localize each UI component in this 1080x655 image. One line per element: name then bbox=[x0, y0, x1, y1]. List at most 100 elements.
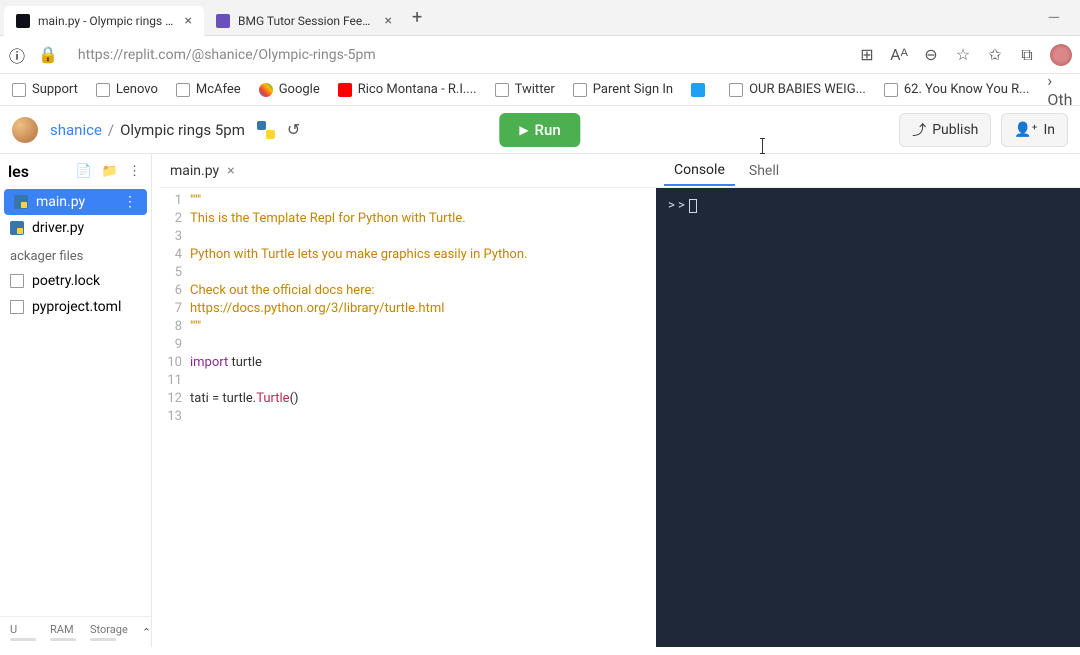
minimize-button[interactable]: — bbox=[1040, 4, 1069, 31]
console-panel: ConsoleShell > > bbox=[656, 154, 1080, 647]
editor-panel: main.py × 12345678910111213 """This is t… bbox=[160, 154, 656, 647]
new-file-icon[interactable]: 📄 bbox=[74, 162, 94, 181]
file-item[interactable]: driver.py bbox=[0, 215, 151, 241]
publish-button[interactable]: ⤴ Publish bbox=[899, 113, 991, 147]
file-name: pyproject.toml bbox=[32, 299, 121, 315]
window-controls: — bbox=[1040, 4, 1077, 31]
run-label: Run bbox=[535, 121, 561, 139]
stat-bar bbox=[50, 638, 76, 641]
file-section-label: ackager files bbox=[0, 241, 151, 268]
profile-avatar[interactable] bbox=[1050, 44, 1072, 66]
invite-label: In bbox=[1043, 122, 1055, 138]
bookmark-label: Twitter bbox=[515, 82, 555, 97]
console-body[interactable]: > > bbox=[656, 188, 1080, 647]
file-item[interactable]: pyproject.toml bbox=[0, 294, 151, 320]
stat-label: Storage bbox=[90, 623, 128, 636]
browser-tab-strip: main.py - Olympic rings 5pm - R × BMG Tu… bbox=[0, 0, 1080, 36]
bookmark-icon bbox=[573, 83, 587, 97]
resource-stats: U RAM Storage ⌃ bbox=[0, 616, 151, 647]
file-tab-label: main.py bbox=[170, 163, 219, 179]
app-install-icon[interactable]: ⊞ bbox=[858, 46, 876, 64]
bookmark-label: Support bbox=[32, 82, 78, 97]
file-icon bbox=[10, 274, 24, 288]
text-cursor-icon bbox=[762, 138, 763, 154]
bookmark-item[interactable]: Parent Sign In bbox=[565, 82, 681, 97]
file-item[interactable]: main.py⋮ bbox=[4, 189, 147, 215]
file-name: poetry.lock bbox=[32, 273, 100, 289]
bookmark-icon bbox=[495, 83, 509, 97]
breadcrumb: shanice / Olympic rings 5pm bbox=[50, 121, 245, 139]
favorite-icon[interactable]: ☆ bbox=[954, 46, 972, 64]
bookmark-item[interactable]: McAfee bbox=[168, 82, 249, 97]
sidebar-header: les 📄 📁 ⋮ bbox=[0, 154, 151, 189]
site-info-icon[interactable]: ⓘ bbox=[8, 46, 26, 64]
chevron-right-icon: › bbox=[1047, 74, 1052, 90]
bookmark-icon bbox=[96, 83, 110, 97]
file-item[interactable]: poetry.lock bbox=[0, 268, 151, 294]
new-folder-icon[interactable]: 📁 bbox=[100, 162, 120, 181]
lock-icon[interactable]: 🔒 bbox=[38, 45, 58, 64]
stat-item: Storage bbox=[90, 623, 128, 641]
zoom-icon[interactable]: ⊖ bbox=[922, 46, 940, 64]
bookmark-label: Google bbox=[279, 82, 320, 97]
breadcrumb-user[interactable]: shanice bbox=[50, 121, 102, 139]
bookmark-label: 62. You Know You R... bbox=[904, 82, 1030, 97]
stat-label: U bbox=[10, 623, 36, 636]
tab-title: BMG Tutor Session Feedback Fo bbox=[238, 14, 377, 28]
stat-bar bbox=[10, 638, 36, 641]
favicon-icon bbox=[216, 14, 230, 28]
line-gutter: 12345678910111213 bbox=[160, 192, 190, 647]
bookmark-item[interactable] bbox=[683, 83, 719, 97]
console-prompt: > > bbox=[668, 198, 1068, 213]
code-editor[interactable]: 12345678910111213 """This is the Templat… bbox=[160, 188, 656, 647]
invite-button[interactable]: 👤⁺ In bbox=[1001, 113, 1068, 147]
stat-label: RAM bbox=[50, 623, 76, 636]
console-tab[interactable]: Shell bbox=[739, 157, 789, 185]
kebab-icon[interactable]: ⋮ bbox=[123, 194, 137, 210]
console-tab[interactable]: Console bbox=[664, 156, 735, 186]
file-name: driver.py bbox=[32, 220, 84, 236]
play-icon: ▶ bbox=[519, 123, 528, 137]
kebab-icon[interactable]: ⋮ bbox=[126, 162, 143, 181]
cursor-icon bbox=[689, 199, 697, 213]
bookmark-item[interactable]: Google bbox=[251, 82, 328, 97]
bookmark-item[interactable]: Lenovo bbox=[88, 82, 166, 97]
publish-label: Publish bbox=[932, 122, 978, 138]
history-icon[interactable]: ↺ bbox=[287, 120, 300, 139]
browser-tab[interactable]: BMG Tutor Session Feedback Fo × bbox=[204, 6, 404, 36]
file-icon bbox=[14, 195, 28, 209]
bookmark-icon bbox=[338, 83, 352, 97]
file-icon bbox=[10, 300, 24, 314]
close-icon[interactable]: × bbox=[227, 163, 234, 179]
file-list: main.py⋮ driver.py ackager files poetry.loc… bbox=[0, 189, 151, 616]
bookmark-icon bbox=[884, 83, 898, 97]
close-icon[interactable]: × bbox=[185, 13, 192, 29]
sidebar-title: les bbox=[8, 162, 68, 181]
file-icon bbox=[10, 221, 24, 235]
url-text[interactable]: https://replit.com/@shanice/Olympic-ring… bbox=[78, 47, 846, 63]
bookmark-item[interactable]: 62. You Know You R... bbox=[876, 82, 1038, 97]
bookmark-label: Lenovo bbox=[116, 82, 158, 97]
chevron-up-icon[interactable]: ⌃ bbox=[142, 626, 151, 639]
bookmark-item[interactable]: Rico Montana - R.I.... bbox=[330, 82, 485, 97]
bookmark-item[interactable]: Support bbox=[4, 82, 86, 97]
stat-item: RAM bbox=[50, 623, 76, 641]
code-content[interactable]: """This is the Template Repl for Python … bbox=[190, 192, 527, 647]
user-avatar[interactable] bbox=[12, 117, 38, 143]
run-button[interactable]: ▶ Run bbox=[499, 113, 580, 147]
bookmark-item[interactable]: Twitter bbox=[487, 82, 563, 97]
browser-tab-active[interactable]: main.py - Olympic rings 5pm - R × bbox=[4, 6, 204, 36]
favorites-list-icon[interactable]: ✩ bbox=[986, 46, 1004, 64]
bookmark-icon bbox=[691, 83, 705, 97]
bookmark-item[interactable]: OUR BABIES WEIG... bbox=[721, 82, 874, 97]
upload-icon: ⤴ bbox=[912, 120, 926, 140]
python-icon bbox=[257, 121, 275, 139]
close-icon[interactable]: × bbox=[385, 13, 392, 29]
file-tab-row: main.py × bbox=[160, 154, 656, 188]
collections-icon[interactable]: ⧉ bbox=[1018, 46, 1036, 64]
file-tab[interactable]: main.py × bbox=[160, 163, 245, 179]
main-area: les 📄 📁 ⋮ main.py⋮driver.pyackager files… bbox=[0, 154, 1080, 647]
text-size-icon[interactable]: Aᴬ bbox=[890, 46, 908, 64]
new-tab-button[interactable]: + bbox=[404, 7, 430, 28]
bookmarks-overflow[interactable]: › Oth bbox=[1039, 74, 1080, 106]
